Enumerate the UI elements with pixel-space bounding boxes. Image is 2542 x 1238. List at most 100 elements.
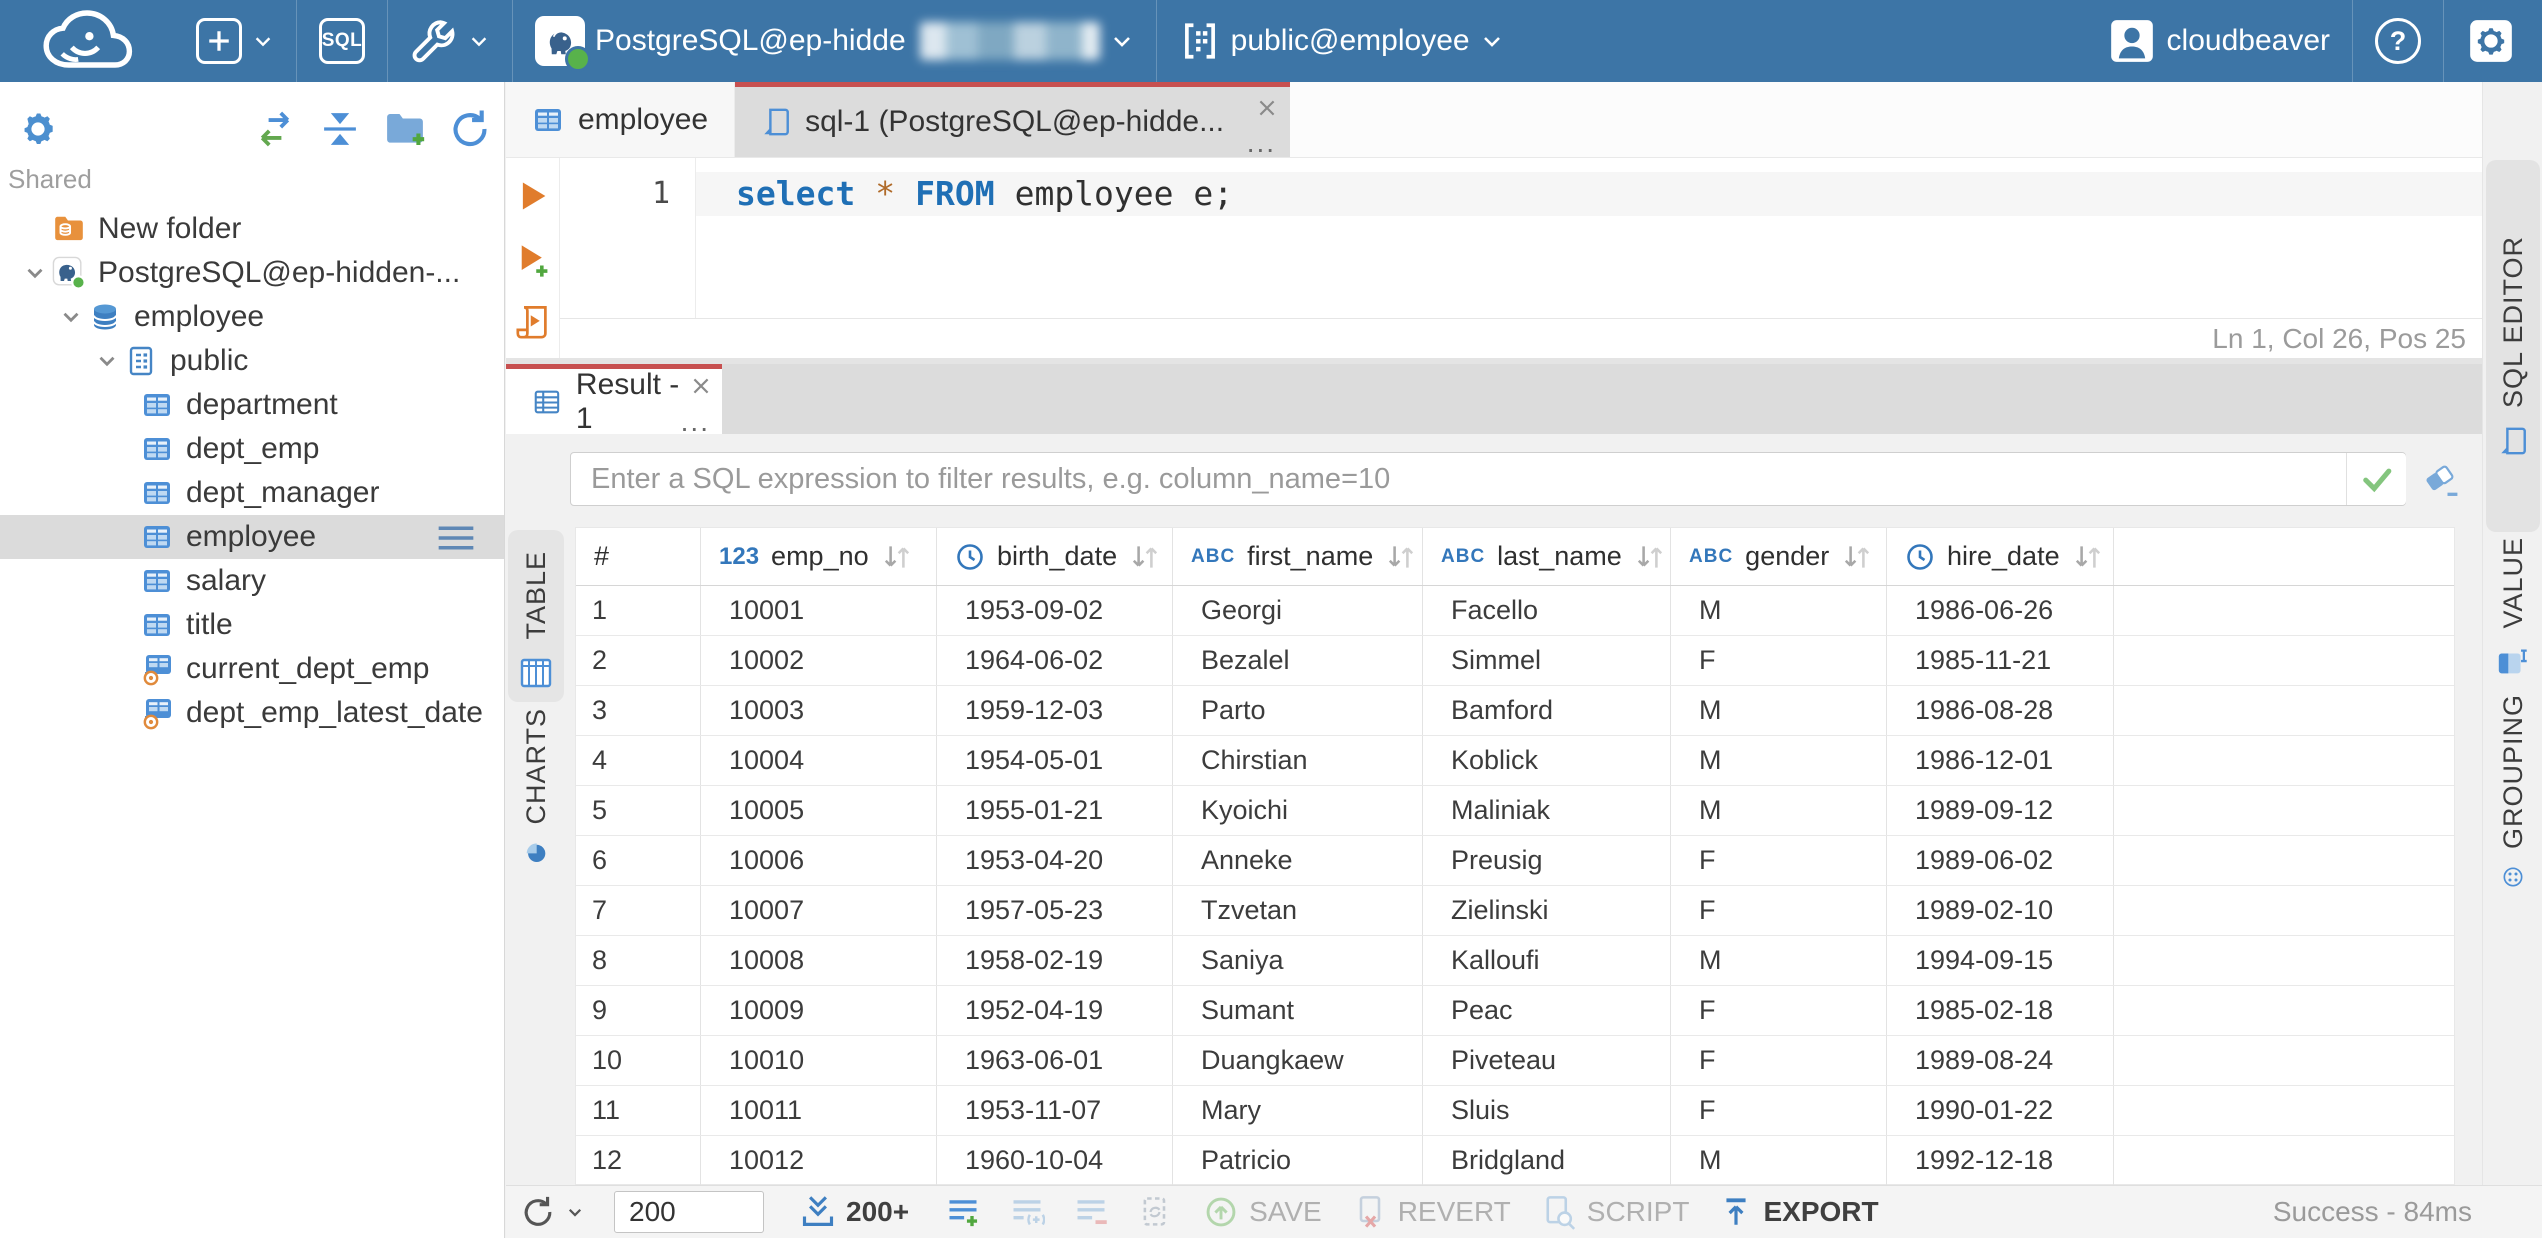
- grid-cell[interactable]: 10010: [701, 1036, 937, 1085]
- column-header-gender[interactable]: ABC gender: [1671, 528, 1887, 585]
- tab-value[interactable]: VALUE: [2486, 537, 2540, 687]
- column-header-emp_no[interactable]: 123 emp_no: [701, 528, 937, 585]
- grid-cell[interactable]: M: [1671, 586, 1887, 635]
- grid-cell[interactable]: F: [1671, 636, 1887, 685]
- expander-chevron-icon[interactable]: [18, 256, 52, 290]
- grid-cell[interactable]: 1985-02-18: [1887, 986, 2114, 1035]
- tree-item-title[interactable]: title: [0, 603, 504, 647]
- collapse-all-button[interactable]: [318, 107, 362, 151]
- grid-cell[interactable]: F: [1671, 1036, 1887, 1085]
- grid-cell[interactable]: 1986-12-01: [1887, 736, 2114, 785]
- result-filter-input[interactable]: [570, 452, 2406, 506]
- user-menu[interactable]: cloudbeaver: [2085, 0, 2352, 82]
- link-with-editor-button[interactable]: [252, 106, 298, 152]
- grid-cell[interactable]: 1953-09-02: [937, 586, 1173, 635]
- apply-filter-button[interactable]: [2346, 453, 2406, 505]
- row-number[interactable]: 7: [576, 886, 701, 935]
- row-number[interactable]: 11: [576, 1086, 701, 1135]
- tree-item-salary[interactable]: salary: [0, 559, 504, 603]
- grid-cell[interactable]: 1959-12-03: [937, 686, 1173, 735]
- grid-cell[interactable]: Saniya: [1173, 936, 1423, 985]
- grid-cell[interactable]: F: [1671, 836, 1887, 885]
- editor-tab-sql-1[interactable]: sql-1 (PostgreSQL@ep-hidde......: [735, 82, 1291, 157]
- grid-cell[interactable]: 10002: [701, 636, 937, 685]
- grid-cell[interactable]: Georgi: [1173, 586, 1423, 635]
- grid-cell[interactable]: F: [1671, 986, 1887, 1035]
- tab-grouping[interactable]: GROUPING: [2486, 694, 2540, 889]
- grid-cell[interactable]: 10008: [701, 936, 937, 985]
- grid-cell[interactable]: 10009: [701, 986, 937, 1035]
- grid-cell[interactable]: Patricio: [1173, 1136, 1423, 1185]
- row-number[interactable]: 2: [576, 636, 701, 685]
- row-number[interactable]: 5: [576, 786, 701, 835]
- grid-cell[interactable]: Koblick: [1423, 736, 1671, 785]
- grid-cell[interactable]: M: [1671, 686, 1887, 735]
- grid-cell[interactable]: 1955-01-21: [937, 786, 1173, 835]
- sidebar-settings-button[interactable]: [16, 107, 60, 151]
- row-number[interactable]: 3: [576, 686, 701, 735]
- grid-cell[interactable]: 1954-05-01: [937, 736, 1173, 785]
- expander-chevron-icon[interactable]: [54, 300, 88, 334]
- tree-item-current-dept-emp[interactable]: current_dept_emp: [0, 647, 504, 691]
- grid-cell[interactable]: 1963-06-01: [937, 1036, 1173, 1085]
- clear-filter-button[interactable]: [2420, 460, 2464, 500]
- grid-cell[interactable]: M: [1671, 1136, 1887, 1185]
- grid-cell[interactable]: Facello: [1423, 586, 1671, 635]
- tree-item-dept-emp-latest-date[interactable]: dept_emp_latest_date: [0, 691, 504, 735]
- execute-script-button[interactable]: [515, 304, 551, 340]
- tree-item-dept-manager[interactable]: dept_manager: [0, 471, 504, 515]
- refresh-tree-button[interactable]: [448, 107, 492, 151]
- column-header-birth_date[interactable]: birth_date: [937, 528, 1173, 585]
- grid-cell[interactable]: 10011: [701, 1086, 937, 1135]
- grid-cell[interactable]: Tzvetan: [1173, 886, 1423, 935]
- tab-sql-editor[interactable]: SQL EDITOR: [2486, 160, 2540, 532]
- grid-cell[interactable]: 1989-02-10: [1887, 886, 2114, 935]
- settings-button[interactable]: [2444, 0, 2542, 82]
- sql-code-line[interactable]: select * FROM employee e;: [736, 172, 1233, 216]
- tree-item-employee[interactable]: employee: [0, 515, 504, 559]
- column-header-first_name[interactable]: ABC first_name: [1173, 528, 1423, 585]
- grid-cell[interactable]: 10012: [701, 1136, 937, 1185]
- presentation-tab-table[interactable]: TABLE: [508, 530, 564, 702]
- grid-cell[interactable]: 1957-05-23: [937, 886, 1173, 935]
- grid-cell[interactable]: 1953-04-20: [937, 836, 1173, 885]
- execute-new-tab-button[interactable]: [515, 242, 553, 280]
- grid-cell[interactable]: Sluis: [1423, 1086, 1671, 1135]
- delete-row-button[interactable]: [1073, 1194, 1109, 1230]
- grid-cell[interactable]: Parto: [1173, 686, 1423, 735]
- grid-cell[interactable]: 1992-12-18: [1887, 1136, 2114, 1185]
- sort-arrows-icon[interactable]: [1841, 543, 1873, 571]
- grid-cell[interactable]: Kyoichi: [1173, 786, 1423, 835]
- grid-cell[interactable]: 10003: [701, 686, 937, 735]
- grid-cell[interactable]: 1986-06-26: [1887, 586, 2114, 635]
- tab-menu-dots[interactable]: ...: [1247, 129, 1276, 157]
- grid-cell[interactable]: M: [1671, 736, 1887, 785]
- fetch-next-page-button[interactable]: 200+: [800, 1194, 909, 1230]
- row-number[interactable]: 8: [576, 936, 701, 985]
- grid-cell[interactable]: M: [1671, 936, 1887, 985]
- row-number[interactable]: 10: [576, 1036, 701, 1085]
- tools-button[interactable]: [388, 0, 512, 82]
- grid-cell[interactable]: 1952-04-19: [937, 986, 1173, 1035]
- grid-cell[interactable]: Bridgland: [1423, 1136, 1671, 1185]
- column-header-last_name[interactable]: ABC last_name: [1423, 528, 1671, 585]
- tab-menu-dots[interactable]: ...: [681, 408, 710, 436]
- tree-item-employee[interactable]: employee: [0, 295, 504, 339]
- grid-cell[interactable]: Bezalel: [1173, 636, 1423, 685]
- expander-chevron-icon[interactable]: [90, 344, 124, 378]
- row-number[interactable]: 1: [576, 586, 701, 635]
- grid-cell[interactable]: 1989-06-02: [1887, 836, 2114, 885]
- row-number[interactable]: 12: [576, 1136, 701, 1185]
- script-button[interactable]: SCRIPT: [1541, 1194, 1689, 1230]
- sort-arrows-icon[interactable]: [1129, 543, 1161, 571]
- grid-cell[interactable]: 1953-11-07: [937, 1086, 1173, 1135]
- grid-cell[interactable]: 1986-08-28: [1887, 686, 2114, 735]
- grid-cell[interactable]: 10007: [701, 886, 937, 935]
- grid-cell[interactable]: Preusig: [1423, 836, 1671, 885]
- editor-tab-employee[interactable]: employee: [506, 82, 736, 157]
- grid-cell[interactable]: 1994-09-15: [1887, 936, 2114, 985]
- connection-selector[interactable]: PostgreSQL@ep-hidde: [513, 0, 1156, 82]
- grid-cell[interactable]: Piveteau: [1423, 1036, 1671, 1085]
- export-button[interactable]: EXPORT: [1719, 1195, 1879, 1229]
- tree-item-department[interactable]: department: [0, 383, 504, 427]
